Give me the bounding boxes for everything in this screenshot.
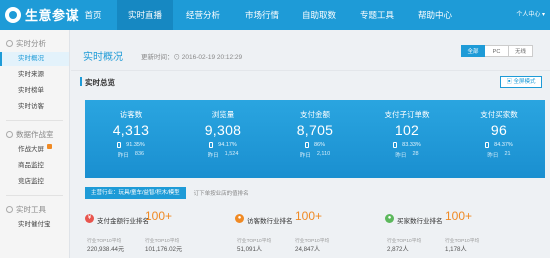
mobile-icon [117,142,122,148]
user-menu[interactable]: 个人中心 ▾ [516,0,545,30]
sidebar-group-realtime-analysis: 实时分析 [0,36,69,50]
fullscreen-button[interactable]: ▣ 全屏模式 [500,76,542,88]
tab-main-industry[interactable]: 主营行业：玩具/童车/益智/积木/模型 [85,187,186,199]
nav-item-operation-analysis[interactable]: 经营分析 [178,0,228,30]
page-title: 实时概况 [83,52,123,63]
device-all-button[interactable]: 全部 [461,45,485,57]
nav-item-realtime[interactable]: 实时直播 [117,0,173,30]
sidebar-item-realtime-ranking[interactable]: 实时榜单 [0,84,69,98]
tab-ranking-link[interactable]: 订下单按业店的值排名 [194,189,249,197]
sidebar-item-realtime-overview[interactable]: 实时概况 [0,52,69,66]
sidebar-divider [6,120,63,121]
mobile-icon [485,142,490,148]
device-switch: 全部 PC 无线 [461,45,533,57]
yen-icon: ¥ [85,214,94,223]
sidebar-item-realtime-source[interactable]: 实时来源 [0,68,69,82]
top-navigation-bar: 生意参谋 首页 实时直播 经营分析 市场行情 自助取数 专题工具 帮助中心 个人… [0,0,550,30]
metric-sub-orders: 支付子订单数 102 83.33% 昨日 28 [384,110,430,159]
logo[interactable]: 生意参谋 [5,5,79,24]
sidebar-group-war-room: 数据作战室 [0,127,69,141]
industry-tabs: 主营行业：玩具/童车/益智/积木/模型 订下单按业店的值排名 [85,187,249,199]
device-wireless-button[interactable]: 无线 [509,45,533,57]
device-pc-button[interactable]: PC [485,45,509,57]
sidebar-item-realtime-visitors[interactable]: 实时访客 [0,100,69,114]
nav-item-self-service-data[interactable]: 自助取数 [294,0,344,30]
rank-card-buyers: ● 买家数行业排名 100+ 行业TOP10平均 2,872人 行业TOP10平… [385,209,480,253]
metric-pageviews: 浏览量 9,308 94.17% 昨日 1,524 [204,110,242,159]
sidebar: 实时分析 实时概况 实时来源 实时榜单 实时访客 数据作战室 作战大屏 商品监控… [0,30,70,258]
logo-icon [5,6,21,23]
clock-icon [6,39,13,47]
new-badge [47,144,52,149]
sidebar-item-payment-reminder[interactable]: 实时催付宝 [0,218,69,232]
nav-item-home[interactable]: 首页 [78,0,108,30]
buyer-icon: ● [385,214,394,223]
sidebar-item-competitor-monitor[interactable]: 竞店监控 [0,175,69,189]
mobile-icon [304,142,309,148]
nav-item-help-center[interactable]: 帮助中心 [410,0,460,30]
metric-payment-amount: 支付金额 8,705 86% 昨日 2,110 [296,110,334,159]
app-title: 生意参谋 [25,8,80,23]
rank-card-visitors: ● 访客数行业排名 100+ 行业TOP10平均 51,091人 行业TOP10… [235,209,330,253]
nav-item-special-tools[interactable]: 专题工具 [352,0,402,30]
metric-visitors: 访客数 4,313 91.35% 昨日 836 [112,110,150,159]
update-time: 更新时间：⊙ 2016-02-19 20:12:29 [141,54,243,61]
overview-section-header: 实时总览 ▣ 全屏模式 [71,70,550,92]
rank-card-payment: ¥ 支付金额行业排名 100+ 行业TOP10平均 220,938.44元 行业… [85,209,183,253]
nav-item-market[interactable]: 市场行情 [237,0,287,30]
visitor-icon: ● [235,214,244,223]
main-content: 实时概况 更新时间：⊙ 2016-02-19 20:12:29 全部 PC 无线… [71,30,550,258]
mobile-icon [393,142,398,148]
metrics-panel: 访客数 4,313 91.35% 昨日 836 浏览量 9,308 94.17% … [85,100,545,178]
sidebar-item-product-monitor[interactable]: 商品监控 [0,159,69,173]
sidebar-item-big-screen[interactable]: 作战大屏 [0,143,69,157]
sidebar-divider [6,195,63,196]
section-title: 实时总览 [80,77,115,87]
metric-buyers: 支付买家数 96 84.37% 昨日 21 [480,110,518,159]
sidebar-group-realtime-tools: 实时工具 [0,202,69,216]
war-room-icon [6,130,13,138]
tools-icon [6,205,13,213]
mobile-icon [209,142,214,148]
